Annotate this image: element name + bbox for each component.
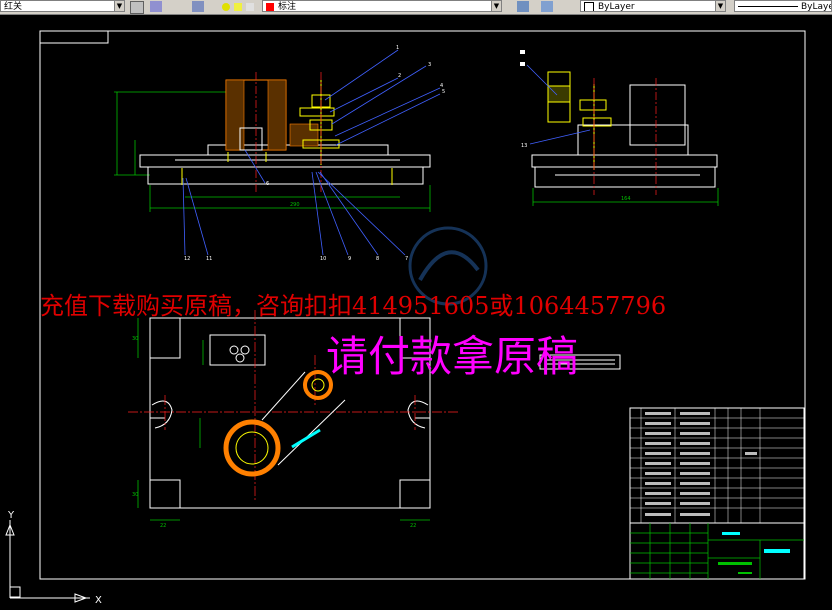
side-marker-2 (520, 62, 525, 66)
linetype-dropdown[interactable]: ByLayer (580, 0, 726, 12)
plan-dim-right: 22 (410, 523, 416, 529)
layer-name: 标注 (278, 2, 297, 12)
ucs-x-label: X (95, 595, 102, 606)
linetype-color-swatch (584, 1, 594, 11)
lineweight-sample (738, 6, 798, 7)
color-dropdown-arrow[interactable]: ▼ (114, 0, 125, 12)
contact-watermark: 充值下载购买原稿，咨询扣扣414951605或1064457796 (40, 292, 667, 320)
balloon-8: 8 (376, 256, 379, 262)
plan-slots (151, 400, 429, 429)
layer-dropdown-arrow[interactable]: ▼ (491, 0, 502, 12)
front-balloons: 1 2 3 4 5 6 7 8 9 10 11 12 (184, 45, 445, 262)
title-block-number (764, 549, 790, 553)
layer-on-icon[interactable] (222, 3, 230, 11)
title-block-scale (738, 572, 752, 574)
pay-watermark: 请付款拿原稿 (326, 332, 579, 381)
lineweight-value: ByLaye (801, 2, 832, 12)
layer-lock-icon[interactable] (246, 3, 254, 11)
color-dropdown[interactable]: 红关 (0, 0, 124, 12)
color-value: 红关 (4, 2, 23, 12)
balloon-2: 2 (398, 73, 401, 79)
properties-toolbar: 红关 ▼ 标注 ▼ ByLayer ▼ ByLaye (0, 0, 832, 15)
front-base (139, 144, 431, 185)
front-view: 290 1 2 3 4 5 6 7 8 9 10 11 12 (114, 45, 445, 262)
plan-dim-left: 22 (160, 523, 166, 529)
balloon-6: 6 (266, 181, 269, 187)
balloon-13: 13 (521, 143, 527, 149)
side-view: 164 13 (520, 50, 719, 206)
side-dim-width: 164 (621, 196, 631, 202)
front-leaders (182, 49, 441, 256)
plan-dim-bottom: 30 (132, 492, 138, 498)
title-block-drawing-name (722, 532, 740, 535)
linetype-value: ByLayer (598, 2, 635, 12)
ucs-y-label: Y (7, 510, 15, 521)
plan-dim-top: 30 (132, 336, 138, 342)
layer-properties-icon[interactable] (150, 1, 162, 12)
layer-state-icon[interactable] (192, 1, 204, 12)
balloon-9: 9 (348, 256, 351, 262)
layer-color-swatch (266, 2, 274, 11)
frame-corner-box (39, 30, 109, 44)
balloon-10: 10 (320, 256, 326, 262)
match-properties-icon[interactable] (130, 1, 144, 14)
linetype-dropdown-arrow[interactable]: ▼ (715, 0, 726, 12)
front-clamp-screw (181, 80, 393, 185)
title-block (629, 407, 805, 580)
balloon-12: 12 (184, 256, 190, 262)
balloon-1: 1 (396, 45, 399, 51)
parts-list-grid (630, 408, 804, 523)
balloon-11: 11 (206, 256, 212, 262)
layer-previous-icon[interactable] (541, 1, 553, 12)
balloon-3: 3 (428, 62, 431, 68)
parts-list-text-blocks (645, 412, 757, 516)
side-leaders (526, 64, 591, 145)
balloon-5: 5 (442, 89, 445, 95)
balloon-7: 7 (405, 256, 408, 262)
layer-dropdown[interactable]: 标注 (262, 0, 502, 12)
layer-freeze-icon[interactable] (234, 3, 242, 11)
lineweight-dropdown[interactable]: ByLaye (734, 0, 832, 12)
side-marker (520, 50, 525, 54)
ucs-icon: Y X (5, 510, 102, 606)
make-current-layer-icon[interactable] (517, 1, 529, 12)
title-block-material (718, 562, 752, 565)
front-dim-width: 290 (290, 202, 300, 208)
